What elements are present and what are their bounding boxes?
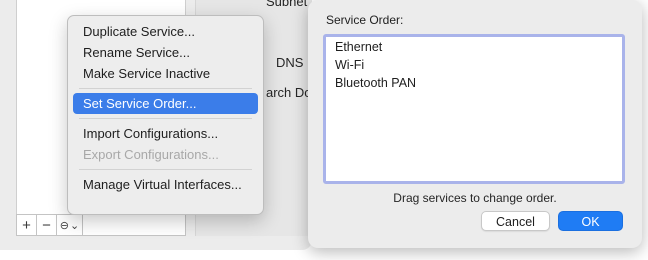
service-order-dialog: Service Order: Ethernet Wi-Fi Bluetooth … — [308, 0, 642, 248]
subnet-label: Subnet — [266, 0, 308, 9]
menu-item-rename-service[interactable]: Rename Service... — [73, 42, 258, 63]
menu-item-manage-virtual-interfaces[interactable]: Manage Virtual Interfaces... — [73, 174, 258, 195]
action-menu-button[interactable]: ⊖ ⌄ — [57, 215, 83, 235]
drag-hint-text: Drag services to change order. — [393, 191, 557, 205]
dns-label: DNS — [276, 55, 304, 70]
service-order-list[interactable]: Ethernet Wi-Fi Bluetooth PAN — [323, 34, 625, 184]
menu-separator — [79, 118, 252, 119]
menu-separator — [79, 169, 252, 170]
menu-item-duplicate-service[interactable]: Duplicate Service... — [73, 21, 258, 42]
menu-item-make-service-inactive[interactable]: Make Service Inactive — [73, 63, 258, 84]
dialog-title: Service Order: — [326, 13, 404, 27]
chevron-down-icon: ⌄ — [70, 219, 80, 232]
list-item[interactable]: Ethernet — [326, 38, 622, 56]
action-context-menu: Duplicate Service... Rename Service... M… — [67, 15, 264, 215]
search-domains-label: arch Do — [266, 85, 312, 100]
list-item[interactable]: Bluetooth PAN — [326, 74, 622, 92]
cancel-button[interactable]: Cancel — [481, 211, 550, 231]
add-service-button[interactable]: + — [17, 215, 37, 235]
menu-item-set-service-order[interactable]: Set Service Order... — [73, 93, 258, 114]
list-item[interactable]: Wi-Fi — [326, 56, 622, 74]
action-icon: ⊖ — [59, 219, 69, 232]
remove-service-button[interactable]: − — [37, 215, 57, 235]
menu-item-import-configurations[interactable]: Import Configurations... — [73, 123, 258, 144]
ok-button[interactable]: OK — [558, 211, 623, 231]
menu-item-export-configurations: Export Configurations... — [83, 147, 219, 162]
service-list-toolbar: + − ⊖ ⌄ — [16, 214, 186, 236]
menu-separator — [79, 88, 252, 89]
